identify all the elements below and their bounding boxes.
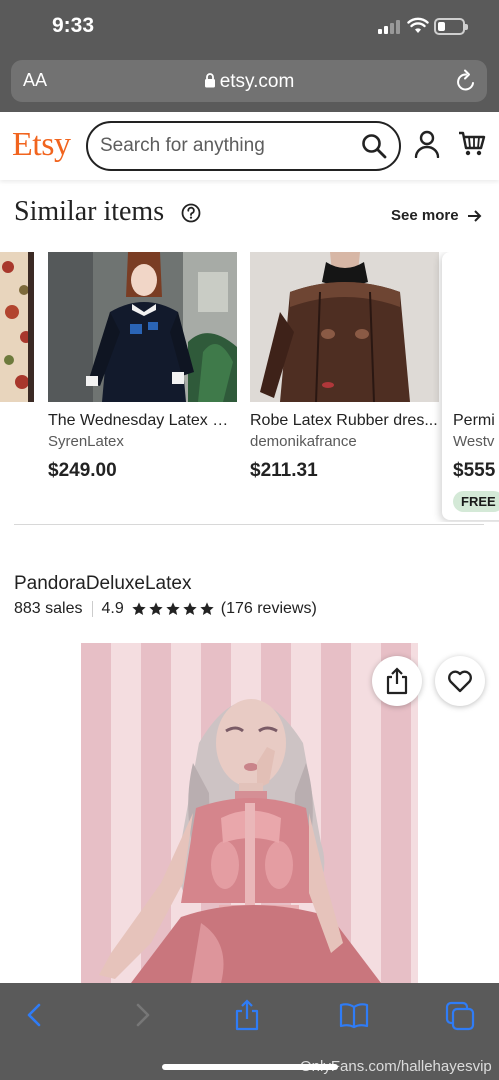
user-icon[interactable] <box>414 130 440 158</box>
star-icon <box>183 602 197 615</box>
shop-name[interactable]: PandoraDeluxeLatex <box>14 573 191 595</box>
forward-icon[interactable] <box>133 999 153 1031</box>
stats-separator <box>91 601 93 617</box>
reload-icon[interactable] <box>455 69 477 93</box>
similar-item-shop: demonikafrance <box>250 433 357 450</box>
shop-stats: 883 sales 4.9 (176 reviews) <box>14 600 317 618</box>
browser-address-area: AA etsy.com <box>0 54 499 112</box>
listing-main-image[interactable] <box>81 643 418 983</box>
similar-item-price: $249.00 <box>48 460 117 481</box>
status-time: 9:33 <box>52 14 95 37</box>
help-icon[interactable] <box>181 203 201 223</box>
star-icon <box>149 602 163 615</box>
similar-item-title[interactable]: Robe Latex Rubber dres... <box>250 412 439 430</box>
similar-item-title[interactable]: The Wednesday Latex D... <box>48 412 237 430</box>
status-bar: 9:33 <box>0 0 499 54</box>
battery-level-fill <box>438 22 445 31</box>
search-bar <box>86 121 401 171</box>
rating-stars <box>131 601 215 617</box>
share-icon <box>386 667 408 695</box>
similar-item-shop: Westv <box>453 433 495 450</box>
url-text: etsy.com <box>219 71 295 92</box>
section-divider <box>14 524 484 525</box>
free-shipping-badge: FREE <box>453 491 499 512</box>
floral-pattern <box>0 252 34 402</box>
search-icon[interactable] <box>361 133 387 159</box>
heart-icon <box>448 670 472 693</box>
similar-item-card[interactable]: Permi Westv $555 FREE <box>442 252 499 520</box>
similar-items-carousel[interactable]: The Wednesday Latex D... SyrenLatex $249… <box>0 252 499 522</box>
share-button[interactable] <box>372 656 422 706</box>
share-icon[interactable] <box>234 999 260 1031</box>
see-more-link[interactable]: See more <box>391 207 482 224</box>
similar-item-title[interactable]: Permi <box>453 412 499 430</box>
bookmarks-icon[interactable] <box>339 999 369 1031</box>
battery-icon <box>434 18 468 35</box>
wifi-icon <box>407 17 429 33</box>
home-indicator[interactable] <box>162 1064 338 1070</box>
similar-item-image[interactable] <box>48 252 237 402</box>
cellular-signal-icon <box>378 20 400 34</box>
cart-icon[interactable] <box>458 131 486 157</box>
lock-icon <box>204 73 215 88</box>
url-display[interactable]: etsy.com <box>11 71 487 93</box>
similar-item-price: $211.31 <box>250 460 318 481</box>
back-icon[interactable] <box>24 999 44 1031</box>
latex-robe-photo <box>250 252 439 402</box>
star-icon <box>132 602 146 615</box>
listing-photo <box>81 643 418 983</box>
etsy-logo[interactable]: Etsy <box>12 126 71 164</box>
rating-value: 4.9 <box>101 600 124 617</box>
etsy-header: Etsy <box>0 112 499 180</box>
similar-items-heading: Similar items <box>14 196 165 227</box>
favorite-button[interactable] <box>435 656 485 706</box>
star-icon <box>200 602 214 615</box>
similar-item-image[interactable] <box>250 252 439 402</box>
address-bar[interactable]: AA etsy.com <box>11 60 487 102</box>
search-input[interactable] <box>100 135 350 157</box>
tabs-icon[interactable] <box>445 999 475 1031</box>
previous-item-image[interactable] <box>0 252 34 402</box>
see-more-label: See more <box>391 207 459 224</box>
sales-count: 883 sales <box>14 600 83 617</box>
arrow-right-icon <box>467 209 481 222</box>
star-icon <box>166 602 180 615</box>
reviews-link[interactable]: (176 reviews) <box>221 600 317 618</box>
similar-item-price: $555 <box>453 460 496 481</box>
latex-dress-photo <box>48 252 237 402</box>
similar-item-shop: SyrenLatex <box>48 433 124 450</box>
